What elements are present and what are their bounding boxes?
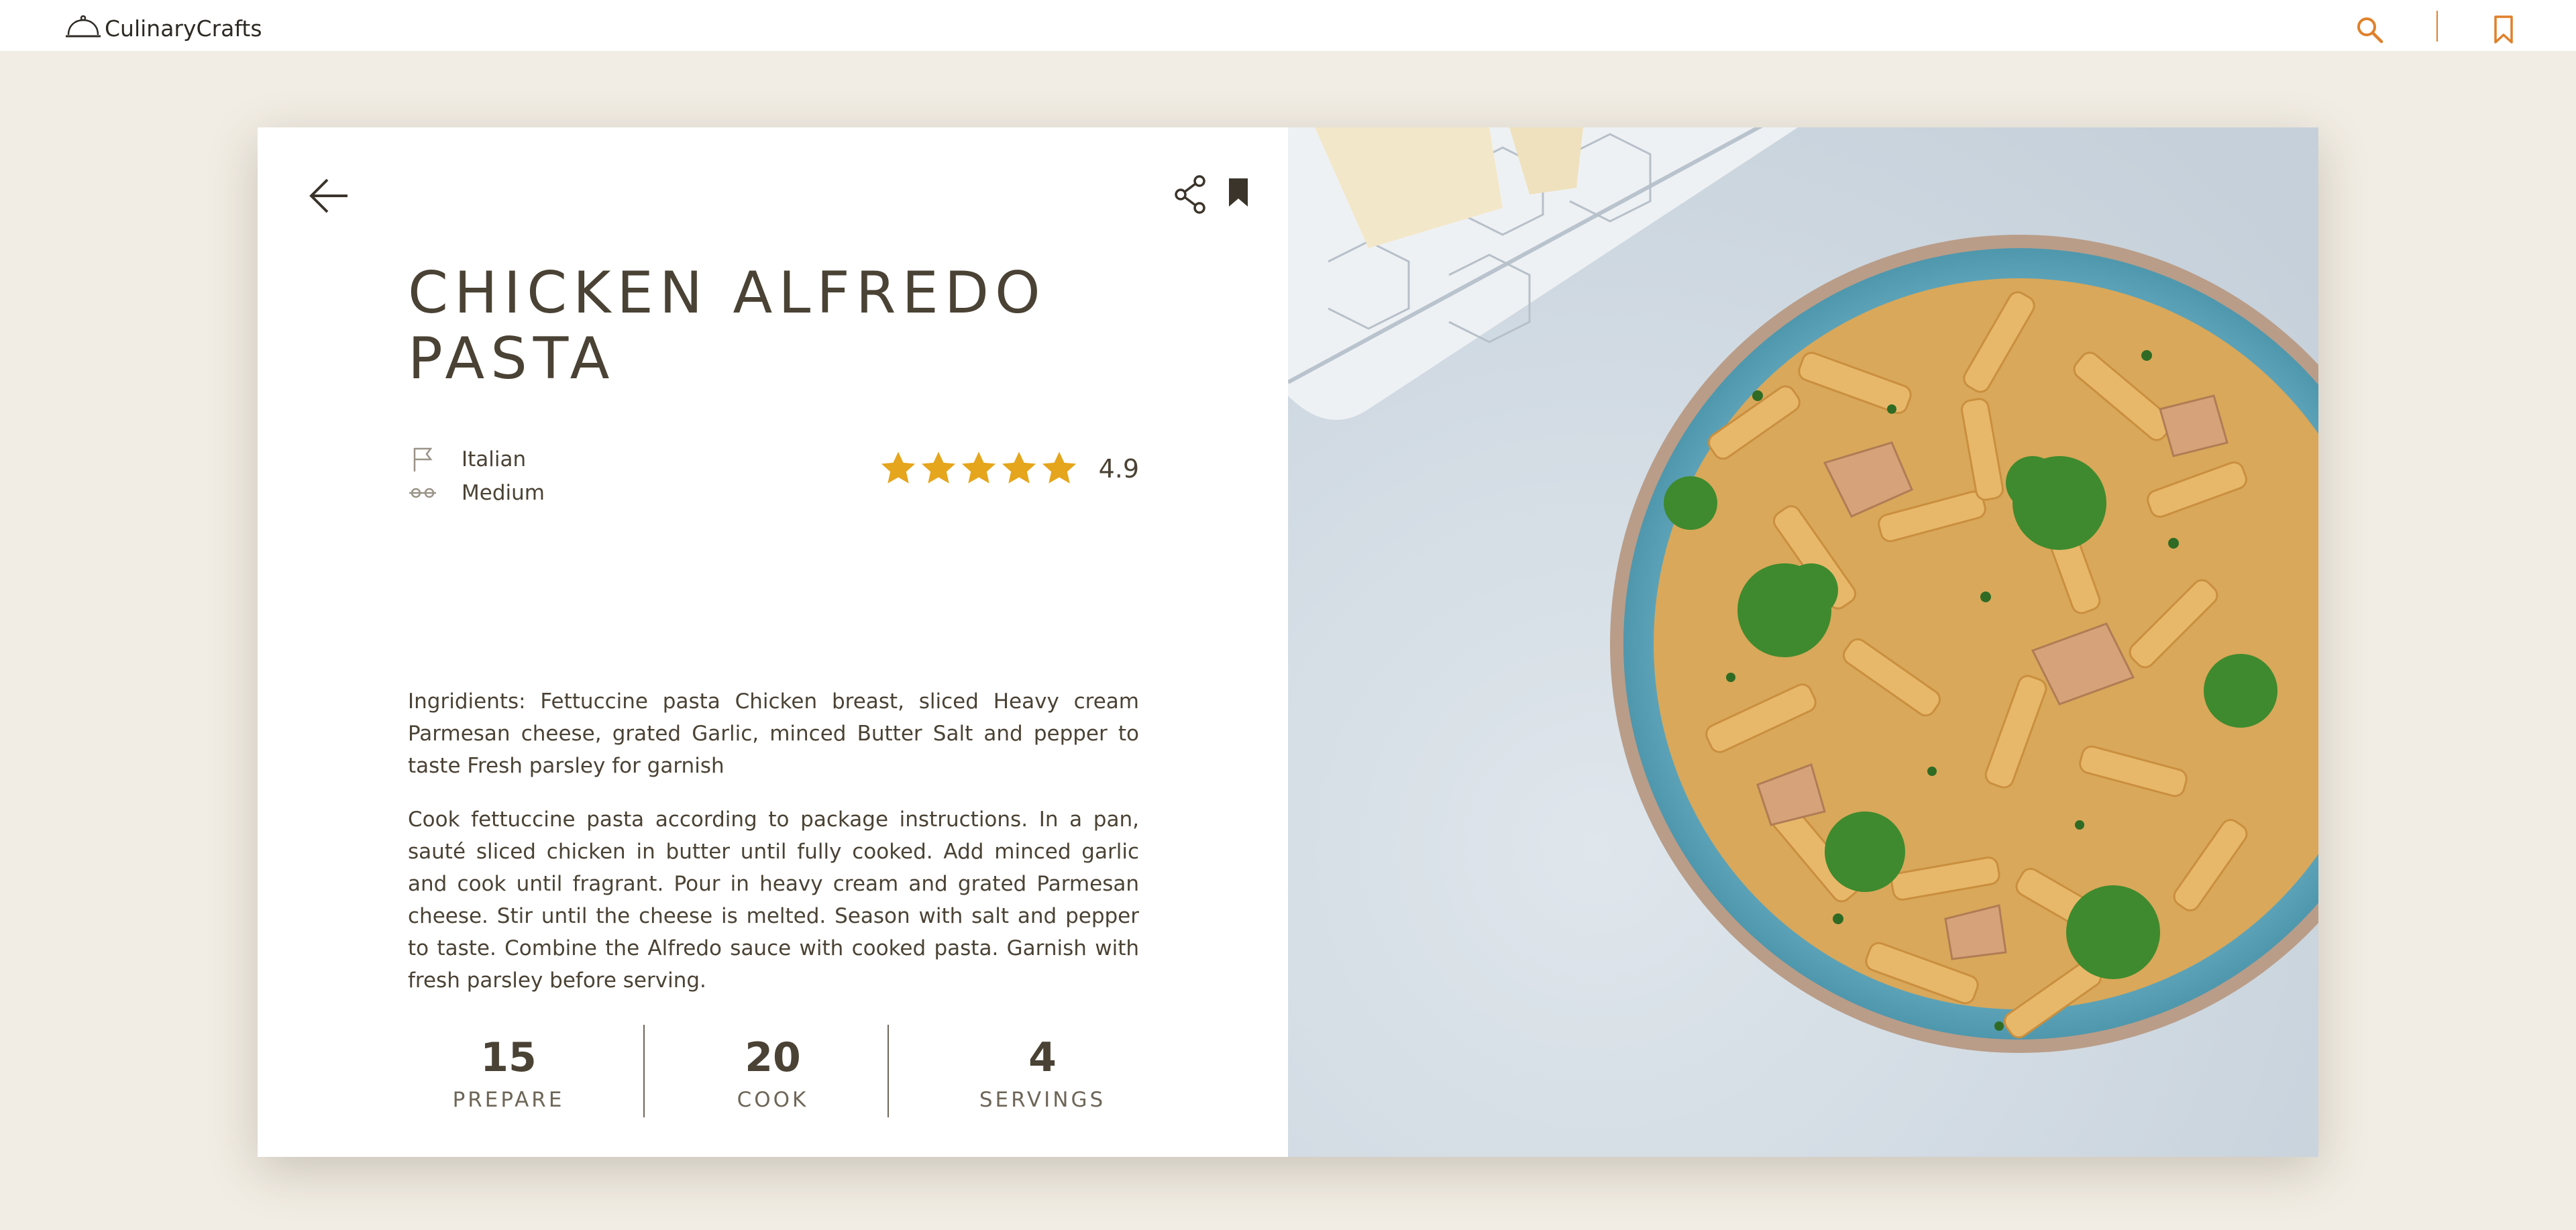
- instructions-text: Cook fettuccine pasta according to packa…: [408, 807, 1139, 993]
- recipe-photo: [1288, 127, 2318, 1157]
- stat-label: SERVINGS: [979, 1088, 1106, 1112]
- stat-label: COOK: [737, 1088, 809, 1112]
- arrow-left-icon: [309, 178, 347, 213]
- recipe-title: CHICKEN ALFREDO PASTA: [408, 260, 1046, 392]
- stat-prepare: 15 PREPARE: [408, 1025, 609, 1112]
- recipe-meta: Italian Medium 4.9: [408, 443, 1139, 516]
- star-icon: [961, 451, 996, 484]
- cuisine-row: Italian: [408, 443, 526, 476]
- search-button[interactable]: [2355, 15, 2384, 44]
- stat-value: 20: [745, 1034, 801, 1081]
- bookmark-icon: [2494, 15, 2513, 44]
- pasta-dish-illustration: [1288, 127, 2318, 1157]
- bookmark-filled-icon: [1229, 178, 1248, 207]
- cuisine-label: Italian: [462, 447, 527, 471]
- difficulty-row: Medium: [408, 476, 545, 510]
- save-recipe-button[interactable]: [1225, 176, 1252, 211]
- difficulty-label: Medium: [462, 481, 545, 505]
- stat-cook: 20 COOK: [672, 1025, 873, 1112]
- recipe-details-panel: CHICKEN ALFREDO PASTA Italian Medium 4.9…: [258, 127, 1288, 1157]
- star-icon: [881, 451, 915, 484]
- flag-icon: [408, 446, 437, 473]
- nav-divider: [2436, 11, 2438, 42]
- stat-divider: [888, 1025, 889, 1117]
- cloche-icon: [64, 13, 102, 43]
- brand-logo[interactable]: CulinaryCrafts: [64, 13, 262, 43]
- stat-value: 4: [1028, 1034, 1057, 1081]
- brand-name: CulinaryCrafts: [105, 15, 262, 42]
- stat-servings: 4 SERVINGS: [942, 1025, 1143, 1112]
- stat-divider: [643, 1025, 645, 1117]
- star-icon: [1002, 451, 1036, 484]
- recipe-stats: 15 PREPARE 20 COOK 4 SERVINGS: [408, 1025, 1139, 1119]
- stat-value: 15: [480, 1034, 537, 1081]
- back-button[interactable]: [307, 176, 352, 216]
- rating: 4.9: [879, 449, 1139, 488]
- rating-value: 4.9: [1098, 454, 1139, 484]
- star-icon: [1042, 451, 1076, 484]
- bookmarks-button[interactable]: [2490, 15, 2517, 44]
- top-navigation-bar: CulinaryCrafts: [0, 0, 2576, 51]
- share-icon: [1175, 175, 1205, 214]
- star-rating: [879, 449, 1079, 488]
- star-icon: [921, 451, 955, 484]
- difficulty-icon: [408, 480, 437, 506]
- stat-label: PREPARE: [452, 1088, 565, 1112]
- recipe-card: CHICKEN ALFREDO PASTA Italian Medium 4.9…: [258, 127, 2318, 1157]
- search-icon: [2357, 17, 2383, 44]
- ingredients-text: Ingridients: Fettuccine pasta Chicken br…: [408, 689, 1139, 778]
- share-button[interactable]: [1173, 174, 1209, 215]
